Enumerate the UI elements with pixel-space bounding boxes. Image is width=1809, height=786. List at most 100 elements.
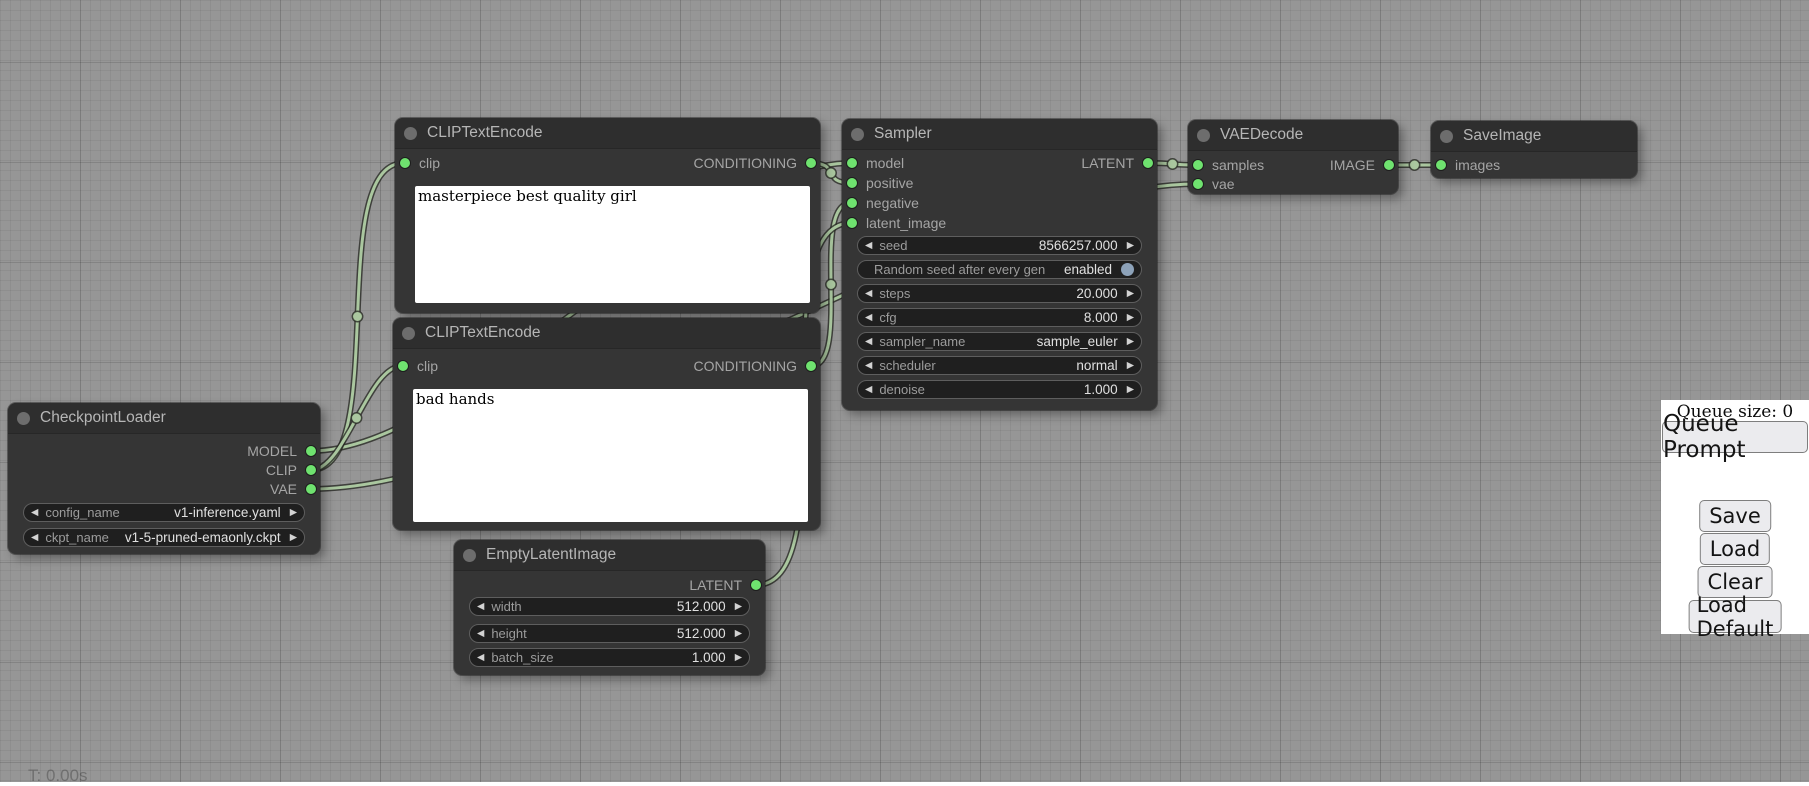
stepper-left-icon[interactable]: ◀ — [31, 533, 38, 543]
collapse-dot-icon[interactable] — [404, 127, 417, 140]
queue-prompt-button[interactable]: Queue Prompt — [1662, 421, 1808, 453]
save-button[interactable]: Save — [1699, 500, 1771, 532]
widget-config-name[interactable]: ◀ config_name v1-inference.yaml ▶ — [23, 503, 305, 522]
link-dot-clip-to-positive[interactable] — [352, 311, 362, 321]
stepper-right-icon[interactable]: ▶ — [1127, 361, 1134, 371]
widget-width[interactable]: ◀ width 512.000 ▶ — [469, 597, 750, 616]
input-port-negative[interactable]: negative — [846, 193, 919, 213]
input-port-vae[interactable]: vae — [1192, 174, 1235, 194]
stepper-left-icon[interactable]: ◀ — [31, 508, 38, 518]
output-port-latent[interactable]: LATENT — [689, 575, 762, 595]
widget-random-seed-toggle[interactable]: Random seed after every gen enabled — [857, 260, 1142, 279]
stepper-left-icon[interactable]: ◀ — [865, 385, 872, 395]
link-dot-conditioning-positive[interactable] — [826, 168, 836, 178]
widget-height[interactable]: ◀ height 512.000 ▶ — [469, 624, 750, 643]
stepper-left-icon[interactable]: ◀ — [477, 653, 484, 663]
collapse-dot-icon[interactable] — [17, 412, 30, 425]
stepper-right-icon[interactable]: ▶ — [1127, 385, 1134, 395]
widget-cfg[interactable]: ◀ cfg 8.000 ▶ — [857, 308, 1142, 327]
collapse-dot-icon[interactable] — [402, 327, 415, 340]
node-title-bar[interactable]: CheckpointLoader — [8, 403, 320, 434]
output-port-conditioning[interactable]: CONDITIONING — [694, 356, 817, 376]
collapse-dot-icon[interactable] — [851, 128, 864, 141]
port-dot-icon[interactable] — [1192, 178, 1204, 190]
widget-steps[interactable]: ◀ steps 20.000 ▶ — [857, 284, 1142, 303]
port-dot-icon[interactable] — [305, 464, 317, 476]
widget-ckpt-name[interactable]: ◀ ckpt_name v1-5-pruned-emaonly.ckpt ▶ — [23, 528, 305, 547]
collapse-dot-icon[interactable] — [463, 549, 476, 562]
load-default-button[interactable]: Load Default — [1689, 600, 1782, 633]
collapse-dot-icon[interactable] — [1440, 130, 1453, 143]
stepper-left-icon[interactable]: ◀ — [865, 241, 872, 251]
link-dot-conditioning-negative[interactable] — [826, 279, 836, 289]
widget-denoise[interactable]: ◀ denoise 1.000 ▶ — [857, 380, 1142, 399]
input-port-latent-image[interactable]: latent_image — [846, 213, 946, 233]
port-dot-icon[interactable] — [846, 177, 858, 189]
stepper-right-icon[interactable]: ▶ — [1127, 241, 1134, 251]
widget-scheduler[interactable]: ◀ scheduler normal ▶ — [857, 356, 1142, 375]
link-dot-samples[interactable] — [1167, 159, 1177, 169]
port-dot-icon[interactable] — [805, 360, 817, 372]
positive-prompt-textarea[interactable]: masterpiece best quality girl — [415, 186, 810, 303]
node-sampler[interactable]: Sampler model positive negative latent_i… — [842, 119, 1157, 410]
stepper-left-icon[interactable]: ◀ — [865, 361, 872, 371]
node-title-bar[interactable]: Sampler — [842, 119, 1157, 150]
stepper-left-icon[interactable]: ◀ — [477, 629, 484, 639]
node-title-bar[interactable]: SaveImage — [1431, 121, 1637, 152]
output-port-clip[interactable]: CLIP — [266, 460, 317, 480]
stepper-right-icon[interactable]: ▶ — [1127, 337, 1134, 347]
link-dot-image[interactable] — [1409, 160, 1419, 170]
port-dot-icon[interactable] — [846, 217, 858, 229]
port-dot-icon[interactable] — [305, 445, 317, 457]
input-port-images[interactable]: images — [1435, 155, 1500, 175]
stepper-left-icon[interactable]: ◀ — [865, 337, 872, 347]
stepper-right-icon[interactable]: ▶ — [735, 653, 742, 663]
negative-prompt-textarea[interactable]: bad hands — [413, 389, 808, 522]
port-dot-icon[interactable] — [1142, 157, 1154, 169]
input-port-model[interactable]: model — [846, 153, 904, 173]
node-save-image[interactable]: SaveImage images — [1431, 121, 1637, 178]
input-port-samples[interactable]: samples — [1192, 155, 1264, 175]
output-port-model[interactable]: MODEL — [247, 441, 317, 461]
port-dot-icon[interactable] — [750, 579, 762, 591]
node-empty-latent-image[interactable]: EmptyLatentImage LATENT ◀ width 512.000 … — [454, 540, 765, 675]
port-dot-icon[interactable] — [805, 157, 817, 169]
port-dot-icon[interactable] — [1435, 159, 1447, 171]
node-title-bar[interactable]: VAEDecode — [1188, 120, 1398, 151]
collapse-dot-icon[interactable] — [1197, 129, 1210, 142]
stepper-left-icon[interactable]: ◀ — [865, 289, 872, 299]
widget-seed[interactable]: ◀ seed 8566257.000 ▶ — [857, 236, 1142, 255]
port-dot-icon[interactable] — [397, 360, 409, 372]
stepper-right-icon[interactable]: ▶ — [1127, 313, 1134, 323]
port-dot-icon[interactable] — [846, 157, 858, 169]
node-title-bar[interactable]: CLIPTextEncode — [393, 318, 820, 349]
node-clip-text-encode-negative[interactable]: CLIPTextEncode clip CONDITIONING bad han… — [393, 318, 820, 530]
stepper-right-icon[interactable]: ▶ — [290, 533, 297, 543]
port-dot-icon[interactable] — [399, 157, 411, 169]
port-dot-icon[interactable] — [1192, 159, 1204, 171]
stepper-right-icon[interactable]: ▶ — [290, 508, 297, 518]
stepper-left-icon[interactable]: ◀ — [865, 313, 872, 323]
input-port-clip[interactable]: clip — [397, 356, 438, 376]
node-vae-decode[interactable]: VAEDecode samples vae IMAGE — [1188, 120, 1398, 194]
port-dot-icon[interactable] — [1383, 159, 1395, 171]
node-title-bar[interactable]: CLIPTextEncode — [395, 118, 820, 149]
output-port-vae[interactable]: VAE — [270, 479, 317, 499]
node-clip-text-encode-positive[interactable]: CLIPTextEncode clip CONDITIONING masterp… — [395, 118, 820, 313]
input-port-clip[interactable]: clip — [399, 153, 440, 173]
input-port-positive[interactable]: positive — [846, 173, 913, 193]
link-dot-clip-to-negative[interactable] — [351, 413, 361, 423]
toggle-knob-icon[interactable] — [1121, 263, 1134, 276]
stepper-right-icon[interactable]: ▶ — [735, 629, 742, 639]
widget-sampler-name[interactable]: ◀ sampler_name sample_euler ▶ — [857, 332, 1142, 351]
load-button[interactable]: Load — [1700, 533, 1770, 565]
stepper-left-icon[interactable]: ◀ — [477, 602, 484, 612]
node-checkpoint-loader[interactable]: CheckpointLoader MODEL CLIP VAE ◀ config… — [8, 403, 320, 554]
stepper-right-icon[interactable]: ▶ — [735, 602, 742, 612]
stepper-right-icon[interactable]: ▶ — [1127, 289, 1134, 299]
port-dot-icon[interactable] — [846, 197, 858, 209]
output-port-latent[interactable]: LATENT — [1081, 153, 1154, 173]
output-port-conditioning[interactable]: CONDITIONING — [694, 153, 817, 173]
widget-batch-size[interactable]: ◀ batch_size 1.000 ▶ — [469, 648, 750, 667]
output-port-image[interactable]: IMAGE — [1330, 155, 1395, 175]
